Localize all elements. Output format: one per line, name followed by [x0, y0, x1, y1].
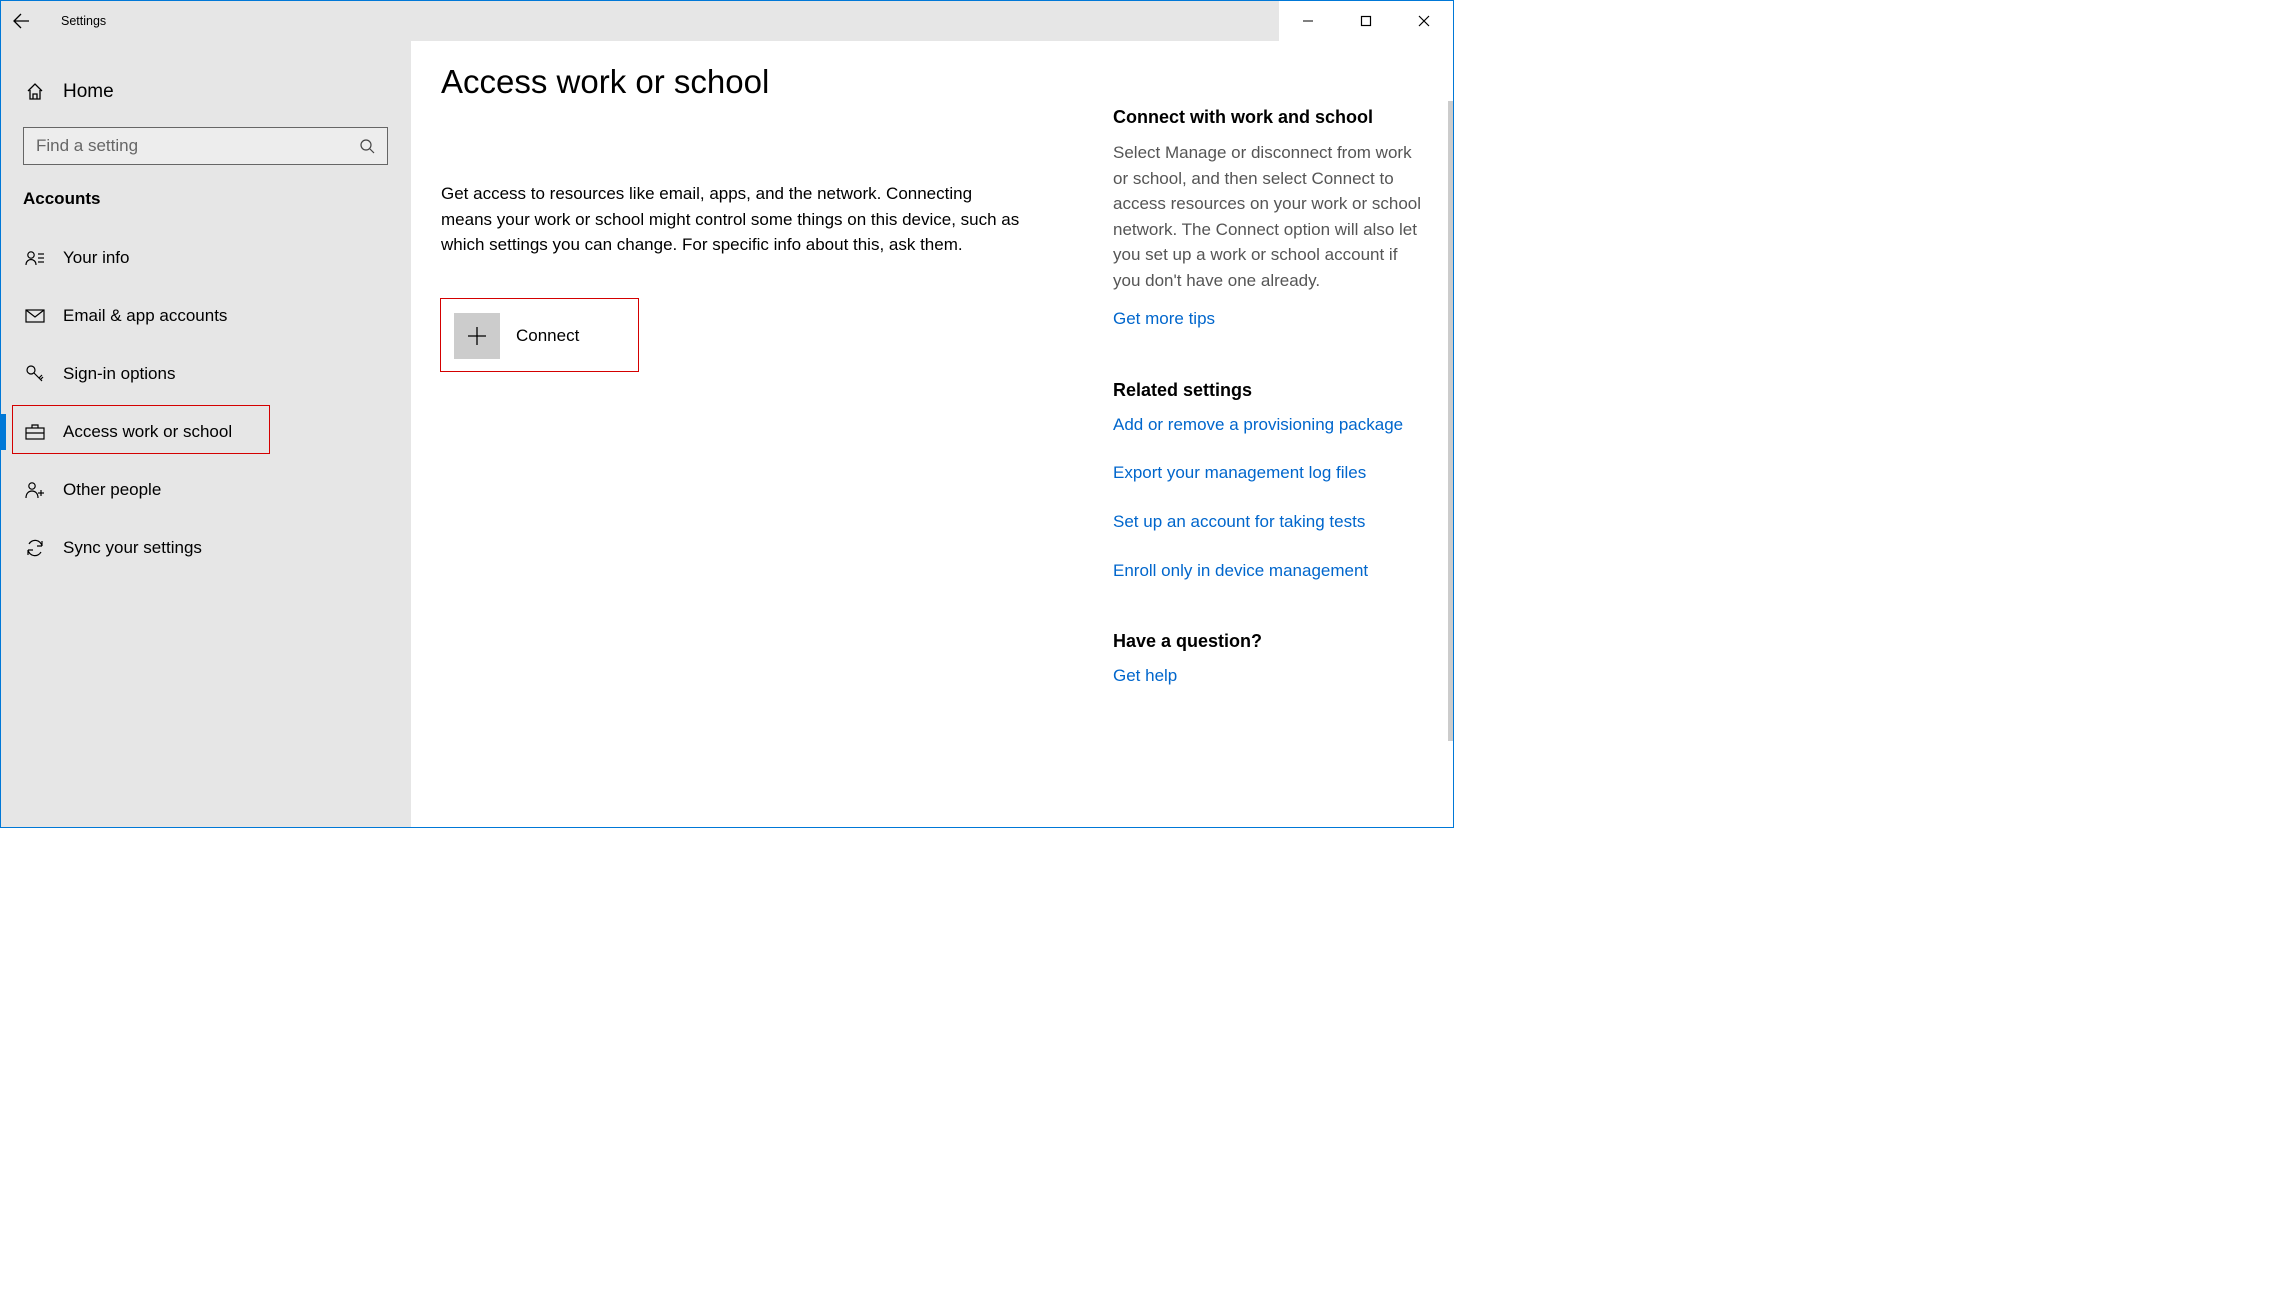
related-link-setup-tests[interactable]: Set up an account for taking tests — [1113, 510, 1423, 535]
person-icon — [23, 250, 47, 266]
search-box[interactable] — [23, 127, 388, 165]
body: Home Accounts Your info — [1, 41, 1453, 827]
sidebar-item-label: Email & app accounts — [63, 306, 227, 326]
back-button[interactable] — [1, 1, 41, 41]
settings-window: Settings Home — [0, 0, 1454, 828]
search-icon — [359, 138, 375, 154]
side-heading: Have a question? — [1113, 631, 1423, 652]
search-input[interactable] — [36, 136, 359, 156]
related-link-provisioning[interactable]: Add or remove a provisioning package — [1113, 413, 1423, 438]
page-title: Access work or school — [441, 63, 1073, 101]
close-icon — [1418, 15, 1430, 27]
window-controls — [1279, 1, 1453, 41]
sidebar-item-your-info[interactable]: Your info — [1, 229, 411, 287]
sidebar-item-label: Sign-in options — [63, 364, 175, 384]
side-heading: Connect with work and school — [1113, 107, 1423, 128]
sidebar-item-label: Sync your settings — [63, 538, 202, 558]
sidebar-item-label: Access work or school — [63, 422, 232, 442]
mail-icon — [23, 309, 47, 323]
people-icon — [23, 481, 47, 499]
related-link-export-logs[interactable]: Export your management log files — [1113, 461, 1423, 486]
titlebar: Settings — [1, 1, 1453, 41]
maximize-button[interactable] — [1337, 1, 1395, 41]
page-description: Get access to resources like email, apps… — [441, 181, 1021, 258]
sidebar: Home Accounts Your info — [1, 41, 411, 827]
content-column: Access work or school Get access to reso… — [441, 63, 1073, 827]
side-text: Select Manage or disconnect from work or… — [1113, 140, 1423, 293]
scrollbar[interactable] — [1448, 101, 1453, 741]
briefcase-icon — [23, 424, 47, 440]
connect-button[interactable]: Connect — [441, 300, 637, 372]
sync-icon — [23, 538, 47, 558]
sidebar-item-label: Other people — [63, 480, 161, 500]
side-block-related: Related settings Add or remove a provisi… — [1113, 380, 1423, 584]
side-column: Connect with work and school Select Mana… — [1113, 63, 1423, 827]
home-icon — [23, 82, 47, 102]
get-help-link[interactable]: Get help — [1113, 664, 1423, 689]
connect-label: Connect — [516, 326, 579, 346]
back-arrow-icon — [12, 12, 30, 30]
related-link-enroll-device[interactable]: Enroll only in device management — [1113, 559, 1423, 584]
sidebar-item-other-people[interactable]: Other people — [1, 461, 411, 519]
minimize-button[interactable] — [1279, 1, 1337, 41]
sidebar-item-access-work-school[interactable]: Access work or school — [1, 403, 411, 461]
window-title: Settings — [61, 14, 106, 28]
sidebar-item-email[interactable]: Email & app accounts — [1, 287, 411, 345]
get-more-tips-link[interactable]: Get more tips — [1113, 307, 1423, 332]
home-button[interactable]: Home — [1, 71, 411, 113]
sidebar-item-signin[interactable]: Sign-in options — [1, 345, 411, 403]
sidebar-item-sync[interactable]: Sync your settings — [1, 519, 411, 577]
maximize-icon — [1360, 15, 1372, 27]
home-label: Home — [63, 81, 114, 103]
side-block-question: Have a question? Get help — [1113, 631, 1423, 689]
main-content: Access work or school Get access to reso… — [411, 41, 1453, 827]
sidebar-item-label: Your info — [63, 248, 129, 268]
key-icon — [23, 364, 47, 384]
side-heading: Related settings — [1113, 380, 1423, 401]
close-button[interactable] — [1395, 1, 1453, 41]
sidebar-section-header: Accounts — [1, 189, 411, 209]
minimize-icon — [1302, 15, 1314, 27]
side-block-connect: Connect with work and school Select Mana… — [1113, 107, 1423, 332]
search-wrap — [1, 127, 411, 165]
plus-icon — [454, 313, 500, 359]
